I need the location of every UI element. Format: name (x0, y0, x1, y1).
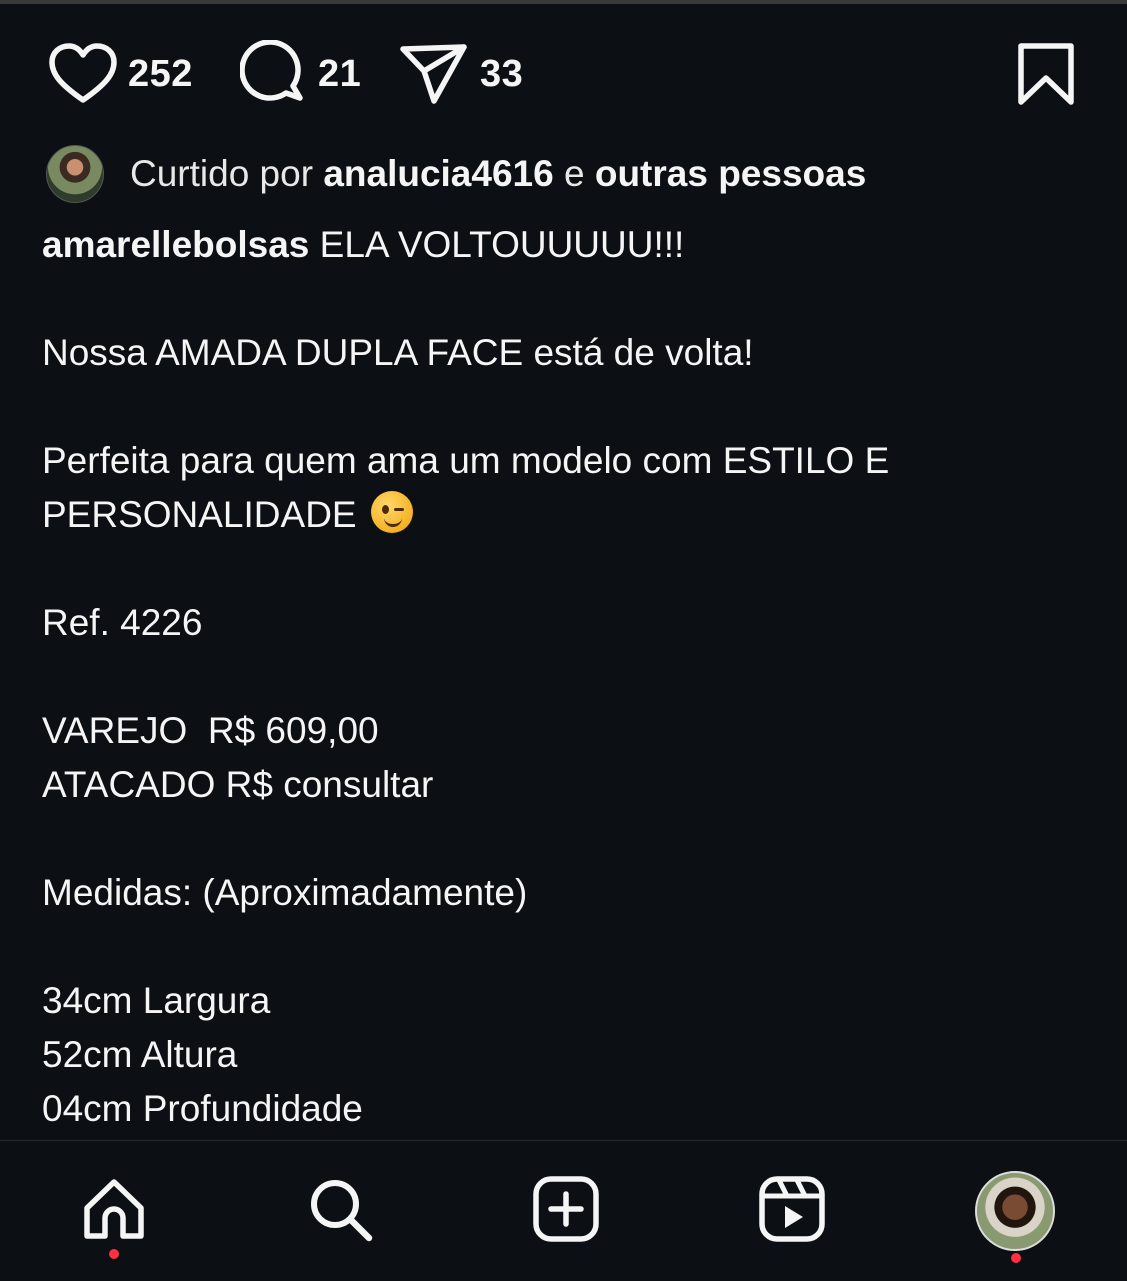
profile-avatar (975, 1171, 1055, 1251)
share-button[interactable]: 33 (398, 36, 523, 112)
save-button[interactable] (1017, 42, 1075, 111)
like-button[interactable]: 252 (48, 36, 193, 112)
home-icon (79, 1174, 149, 1249)
liker-avatar[interactable] (46, 145, 104, 203)
caption-medidas: Medidas: (Aproximadamente) (42, 872, 528, 913)
profile-notification-dot (1011, 1253, 1021, 1263)
create-icon (531, 1174, 601, 1249)
like-count: 252 (128, 52, 193, 95)
share-icon (398, 41, 470, 107)
liked-by-user-link[interactable]: analucia4616 (323, 153, 553, 195)
post-caption: amarellebolsas ELA VOLTOUUUUU!!! Nossa A… (42, 218, 1092, 1136)
caption-headline: amarellebolsas ELA VOLTOUUUUU!!! (42, 218, 1092, 272)
comment-count: 21 (318, 52, 362, 95)
caption-ref: Ref. 4226 (42, 602, 203, 643)
heart-icon (48, 42, 118, 106)
search-icon (305, 1174, 375, 1249)
caption-varejo: VAREJO R$ 609,00 (42, 710, 379, 751)
home-notification-dot (109, 1249, 119, 1259)
caption-profundidade: 04cm Profundidade (42, 1088, 363, 1129)
caption-largura: 34cm Largura (42, 980, 271, 1021)
nav-profile[interactable] (975, 1171, 1055, 1263)
caption-line-3b-wrapper: PERSONALIDADE (42, 488, 1092, 542)
nav-search[interactable] (300, 1171, 380, 1251)
caption-atacado: ATACADO R$ consultar (42, 764, 434, 805)
liked-by-prefix: Curtido por (130, 153, 314, 194)
caption-username-link[interactable]: amarellebolsas (42, 224, 309, 265)
liked-by-joiner: e (563, 153, 585, 194)
liked-by-others-link[interactable]: outras pessoas (595, 153, 866, 195)
caption-altura: 52cm Altura (42, 1034, 238, 1075)
wink-emoji-icon (370, 491, 413, 533)
post-action-bar: 252 21 33 (0, 36, 1127, 112)
share-count: 33 (480, 52, 524, 95)
caption-line-1: ELA VOLTOUUUUU!!! (319, 224, 685, 265)
bookmark-icon (1017, 43, 1075, 110)
caption-line-3a: Perfeita para quem ama um modelo com EST… (42, 440, 890, 481)
nav-home[interactable] (74, 1171, 154, 1259)
caption-line-3b: PERSONALIDADE (42, 494, 357, 535)
top-divider (0, 0, 1127, 4)
nav-create[interactable] (526, 1171, 606, 1251)
reels-icon (757, 1174, 827, 1249)
caption-line-2: Nossa AMADA DUPLA FACE está de volta! (42, 332, 754, 373)
comment-icon (240, 40, 308, 108)
comment-button[interactable]: 21 (240, 36, 361, 112)
nav-reels[interactable] (752, 1171, 832, 1251)
bottom-navigation (0, 1140, 1127, 1281)
liked-by-row: Curtido por analucia4616 e outras pessoa… (46, 145, 866, 203)
